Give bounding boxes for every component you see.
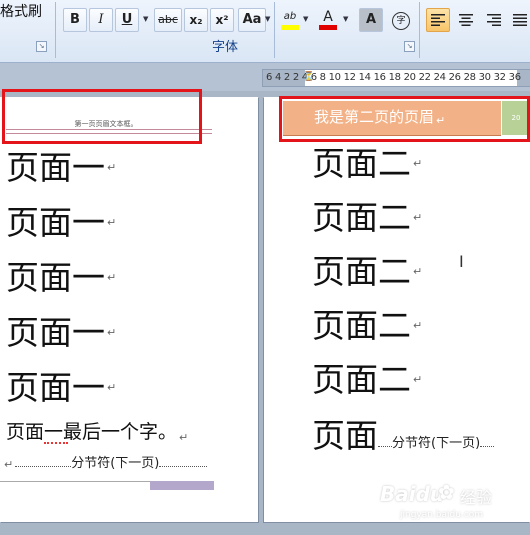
italic-button[interactable]: I xyxy=(89,8,113,32)
strikethrough-button[interactable]: abc xyxy=(154,8,182,32)
superscript-button[interactable]: x² xyxy=(210,8,234,32)
change-case-dropdown-icon[interactable]: ▼ xyxy=(265,8,270,30)
align-left-button[interactable] xyxy=(426,8,450,32)
watermark-brand: Baidu xyxy=(380,482,445,506)
text-line-value: 页面一 xyxy=(6,203,105,242)
section-break-label: 分节符(下一页) xyxy=(71,456,160,471)
highlight-dropdown-icon[interactable]: ▼ xyxy=(303,8,308,30)
underline-button[interactable]: U xyxy=(115,8,139,32)
text-line[interactable]: 页面二 ↵ xyxy=(312,199,422,237)
text-line[interactable]: 页面二 ↵ xyxy=(312,307,422,345)
justify-icon xyxy=(513,14,527,26)
text-line[interactable]: 页面二 ↵ xyxy=(312,145,422,183)
font-color-button[interactable]: A xyxy=(316,8,340,32)
section-break-label: 分节符(下一页) xyxy=(392,436,481,451)
last-line-text: 页面 xyxy=(312,416,378,455)
align-left-icon xyxy=(431,14,445,26)
highlight-label: ab xyxy=(283,11,297,22)
text-line[interactable]: 页面一 ↵ xyxy=(6,149,116,187)
watermark-suffix: 经验 xyxy=(460,488,493,507)
last-line[interactable]: 页面 分节符(下一页) xyxy=(312,416,495,463)
text-line-value: 页面二 xyxy=(312,144,411,183)
footer-selection xyxy=(150,481,214,490)
font-dialog-launcher-icon[interactable]: ↘ xyxy=(404,41,415,52)
underline-dropdown-icon[interactable]: ▼ xyxy=(143,8,148,30)
annotation-box-header-1 xyxy=(2,89,202,144)
baidu-watermark: Baidu ✿ 经验 jingyan.baidu.com xyxy=(380,478,530,530)
page-two[interactable]: 20 我是第二页的页眉 ↵ 页面二 ↵ 页面二 ↵ 页面二 ↵ 页面二 ↵ 页面二 ↵ 页面… xyxy=(264,96,530,522)
highlight-color-bar xyxy=(281,25,299,30)
last-line-text: 页面一最后一个字。 xyxy=(6,421,178,443)
align-center-button[interactable] xyxy=(454,8,478,32)
character-shading-button[interactable]: A xyxy=(359,8,383,32)
bold-button[interactable]: B xyxy=(63,8,87,32)
text-line-value: 页面一 xyxy=(6,258,105,297)
format-painter-label: 格式刷 xyxy=(0,4,42,20)
font-color-label: A xyxy=(323,9,333,25)
subscript-button[interactable]: x₂ xyxy=(184,8,208,32)
annotation-box-header-2 xyxy=(279,96,530,142)
font-group-label: 字体 xyxy=(211,40,238,55)
align-right-button[interactable] xyxy=(482,8,506,32)
group-separator xyxy=(274,2,275,58)
paw-icon: ✿ xyxy=(438,480,455,504)
section-break[interactable]: ↵ 分节符(下一页) xyxy=(4,452,214,471)
text-line-value: 页面一 xyxy=(6,368,105,407)
text-cursor-icon: I xyxy=(459,252,464,271)
text-line[interactable]: 页面二 ↵ xyxy=(312,361,422,399)
text-line-value: 页面二 xyxy=(312,306,411,345)
horizontal-ruler[interactable]: 6 4 2 2 4 6 8 10 12 14 16 18 20 22 24 26… xyxy=(262,69,530,87)
align-center-icon xyxy=(459,14,473,26)
change-case-button[interactable]: Aa xyxy=(238,8,266,32)
text-line[interactable]: 页面一 ↵ xyxy=(6,314,116,352)
text-line-value: 页面一 xyxy=(6,148,105,187)
page-one[interactable]: 第一页页眉文本框。 页面一 ↵ 页面一 ↵ 页面一 ↵ 页面一 ↵ 页面一 ↵ 页面一最后… xyxy=(0,89,258,522)
clipboard-launcher-icon[interactable]: ↘ xyxy=(36,41,47,52)
highlight-button[interactable]: ab xyxy=(278,8,302,32)
squiggle-underline xyxy=(44,440,68,444)
format-painter-button[interactable]: 格式刷 xyxy=(0,3,50,21)
enclose-icon: 字 xyxy=(392,12,410,30)
font-color-bar xyxy=(319,25,337,30)
justify-button[interactable] xyxy=(508,8,530,32)
text-line-value: 页面二 xyxy=(312,360,411,399)
enclose-character-button[interactable]: 字 xyxy=(389,8,413,32)
align-right-icon xyxy=(487,14,501,26)
text-line-value: 页面二 xyxy=(312,252,411,291)
text-line-value: 页面一 xyxy=(6,313,105,352)
text-line-value: 页面二 xyxy=(312,198,411,237)
font-color-dropdown-icon[interactable]: ▼ xyxy=(343,8,348,30)
text-line[interactable]: 页面一 ↵ xyxy=(6,259,116,297)
text-line[interactable]: 页面二 ↵ xyxy=(312,253,422,291)
group-separator xyxy=(419,2,420,58)
last-line[interactable]: 页面一最后一个字。 ↵ xyxy=(6,417,188,444)
text-line[interactable]: 页面一 ↵ xyxy=(6,369,116,407)
indent-marker-icon[interactable]: ⏳ xyxy=(303,70,314,85)
group-separator xyxy=(55,2,56,58)
watermark-url: jingyan.baidu.com xyxy=(400,510,484,520)
text-line[interactable]: 页面一 ↵ xyxy=(6,204,116,242)
ribbon: 格式刷 ↘ B I U ▼ abc x₂ x² Aa ▼ ab ▼ A ▼ A … xyxy=(0,0,530,63)
